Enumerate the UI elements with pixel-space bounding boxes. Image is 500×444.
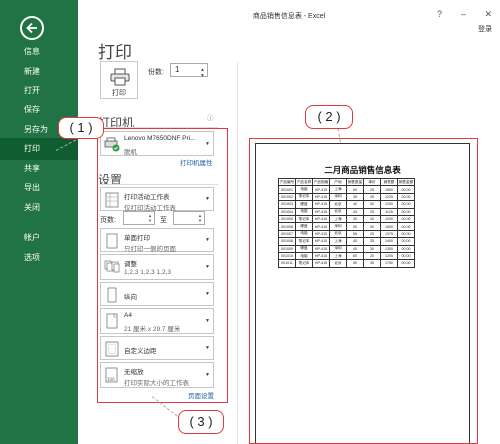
help-icon[interactable]: ? <box>437 9 442 19</box>
copies-input[interactable]: 1 ▲ ▼ <box>170 63 208 79</box>
info-icon[interactable]: ⓘ <box>207 112 214 122</box>
annotation-box-preview <box>249 138 478 444</box>
copies-label: 份数: <box>148 69 164 76</box>
menu-options[interactable]: 选项 <box>0 247 78 269</box>
minimize-icon[interactable]: – <box>461 9 466 19</box>
annotation-callout-1: ( 1 ) <box>58 117 104 139</box>
print-button-label: 打印 <box>112 90 126 97</box>
copies-value: 1 <box>175 65 180 74</box>
menu-close[interactable]: 关闭 <box>0 197 78 219</box>
printer-icon <box>110 68 130 86</box>
annotation-callout-3: ( 3 ) <box>178 410 224 434</box>
menu-account[interactable]: 帐户 <box>0 227 78 249</box>
menu-info[interactable]: 信息 <box>0 41 78 63</box>
title-bar: 商品销售信息表 - Excel ? – ✕ 登录 <box>78 0 500 33</box>
close-icon[interactable]: ✕ <box>484 9 492 20</box>
menu-export[interactable]: 导出 <box>0 177 78 199</box>
login-link[interactable]: 登录 <box>478 24 492 34</box>
spin-down-icon[interactable]: ▼ <box>200 70 205 82</box>
panel-divider <box>237 62 238 444</box>
menu-print[interactable]: 打印 <box>0 138 78 160</box>
back-arrow-icon[interactable] <box>20 16 44 40</box>
page-title: 打印 <box>98 43 132 62</box>
annotation-box-settings <box>97 128 228 403</box>
print-button[interactable]: 打印 <box>100 61 138 99</box>
backstage-sidebar: 信息 新建 打开 保存 另存为 打印 共享 导出 关闭 帐户 选项 <box>0 0 78 444</box>
annotation-callout-2: ( 2 ) <box>305 105 353 129</box>
